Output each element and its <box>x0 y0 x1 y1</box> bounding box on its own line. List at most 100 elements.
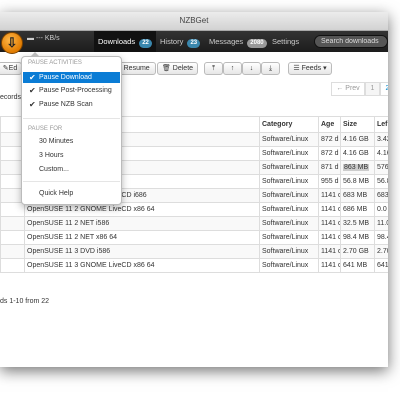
history-count-badge: 23 <box>187 39 201 48</box>
prev-page-button[interactable]: ← Prev <box>331 82 365 96</box>
checkmark-icon: ✔ <box>29 73 36 82</box>
tab-downloads-label: Downloads <box>98 37 136 46</box>
age-header[interactable]: Age <box>318 116 341 133</box>
checkmark-icon: ✔ <box>29 86 36 95</box>
downloads-count-badge: 22 <box>139 39 152 48</box>
table-row[interactable]: OpenSUSE 11 2 NET x86 64 Software/Linux 11… <box>0 230 388 245</box>
window-title: NZBGet <box>179 16 209 25</box>
trash-icon: 🗑 <box>161 65 171 72</box>
download-icon[interactable]: ⇩ <box>1 32 23 54</box>
category-cell: Software/Linux <box>259 132 319 147</box>
page-1[interactable]: 1 <box>365 82 380 96</box>
category-cell: Software/Linux <box>259 160 319 175</box>
name-cell[interactable]: OpenSUSE 11 3 DVD i586 <box>24 244 260 259</box>
age-cell: 871 d <box>318 160 341 175</box>
age-cell: 872 d <box>318 146 341 161</box>
age-cell: 872 d <box>318 132 341 147</box>
move-up-button[interactable]: ↑ <box>223 62 242 75</box>
size-header[interactable]: Size <box>340 116 375 133</box>
tab-messages[interactable]: Messages 2080 <box>205 31 271 52</box>
pause-custom-item[interactable]: Custom... <box>23 164 120 175</box>
pause-for-heading: PAUSE FOR <box>28 126 63 132</box>
row-select-cell[interactable] <box>0 258 25 273</box>
pause-3-hours-item[interactable]: 3 Hours <box>23 150 120 161</box>
tab-history[interactable]: History 23 <box>156 31 204 52</box>
size-cell: 98.4 MB <box>340 230 375 245</box>
pause-menu: PAUSE ACTIVITIES ✔ Pause Download ✔ Paus… <box>21 52 122 205</box>
left-cell: 98.4 MB <box>374 230 388 245</box>
feeds-button[interactable]: ☰ Feeds ▾ <box>288 62 332 75</box>
download-name: OpenSUSE 11 3 GNOME LiveCD x86 64 <box>27 262 155 269</box>
category-cell: Software/Linux <box>259 174 319 189</box>
left-cell: 0.0 MB <box>374 202 388 217</box>
tab-downloads[interactable]: Downloads 22 <box>94 31 156 52</box>
pause-post-processing-item[interactable]: ✔ Pause Post-Processing <box>23 85 120 96</box>
size-cell: 56.8 MB <box>340 174 375 189</box>
move-bottom-button[interactable]: ⤓ <box>261 62 280 75</box>
left-cell: 4.16 GB <box>374 146 388 161</box>
left-cell: 683 MB <box>374 188 388 203</box>
category-cell: Software/Linux <box>259 244 319 259</box>
move-bottom-icon: ⤓ <box>268 65 273 72</box>
row-select-cell[interactable] <box>0 244 25 259</box>
row-select-cell[interactable] <box>0 202 25 217</box>
left-header[interactable]: Lef <box>374 116 388 133</box>
title-bar: NZBGet <box>0 12 388 31</box>
row-select-cell[interactable] <box>0 216 25 231</box>
tab-settings-label: Settings <box>272 37 300 46</box>
tab-settings[interactable]: Settings <box>268 31 303 52</box>
size-cell: 686 MB <box>340 202 375 217</box>
left-cell: 2.70 GB <box>374 244 388 259</box>
pause-download-item[interactable]: ✔ Pause Download <box>23 72 120 83</box>
left-cell: 3.42 GB <box>374 132 388 147</box>
page-2[interactable]: 2 <box>380 82 388 96</box>
size-value: 56.8 MB <box>343 178 370 185</box>
delete-button[interactable]: 🗑 Delete <box>157 62 198 75</box>
category-cell: Software/Linux <box>259 202 319 217</box>
name-cell[interactable]: OpenSUSE 11 3 GNOME LiveCD x86 64 <box>24 258 260 273</box>
age-cell: 955 d <box>318 174 341 189</box>
search-input[interactable] <box>314 35 388 48</box>
age-cell: 1141 d <box>318 244 341 259</box>
tab-messages-label: Messages <box>209 37 244 46</box>
messages-count-badge: 2080 <box>247 39 267 48</box>
size-value: 863 MB <box>343 164 370 171</box>
pause-activities-heading: PAUSE ACTIVITIES <box>28 60 82 66</box>
pause-30-minutes-item[interactable]: 30 Minutes <box>23 136 120 147</box>
table-row[interactable]: OpenSUSE 11 2 NET i586 Software/Linux 1141… <box>0 216 388 231</box>
row-select-cell[interactable] <box>0 230 25 245</box>
name-cell[interactable]: OpenSUSE 11 2 NET i586 <box>24 216 260 231</box>
edit-button[interactable]: ✎Ed <box>0 62 22 75</box>
name-cell[interactable]: OpenSUSE 11 2 NET x86 64 <box>24 230 260 245</box>
tab-history-label: History <box>160 37 184 46</box>
category-cell: Software/Linux <box>259 258 319 273</box>
size-cell: 32.5 MB <box>340 216 375 231</box>
speed-icon: ▬ <box>27 35 34 42</box>
speed-indicator[interactable]: ▬ --- KB/s <box>27 35 60 42</box>
records-info: ds 1-10 from 22 <box>0 298 50 305</box>
age-cell: 1141 d <box>318 230 341 245</box>
move-top-icon: ⤒ <box>211 65 216 72</box>
size-cell: 4.16 GB <box>340 146 375 161</box>
size-cell: 863 MB <box>340 160 375 175</box>
category-cell: Software/Linux <box>259 188 319 203</box>
size-cell: 4.16 GB <box>340 132 375 147</box>
chevron-down-icon: ▾ <box>323 65 327 72</box>
move-down-button[interactable]: ↓ <box>242 62 261 75</box>
move-top-button[interactable]: ⤒ <box>204 62 223 75</box>
size-value: 686 MB <box>343 206 368 213</box>
download-name: OpenSUSE 11 2 GNOME LiveCD x86 64 <box>27 206 155 213</box>
size-value: 4.16 GB <box>343 150 369 157</box>
table-row[interactable]: OpenSUSE 11 3 DVD i586 Software/Linux 1141… <box>0 244 388 259</box>
quick-help-item[interactable]: Quick Help <box>23 188 120 199</box>
size-value: 4.16 GB <box>343 136 369 143</box>
left-cell: 56.8 MB <box>374 174 388 189</box>
records-selector[interactable]: ecords <box>0 94 21 101</box>
download-name: OpenSUSE 11 2 NET i586 <box>27 220 110 227</box>
category-header[interactable]: Category <box>259 116 319 133</box>
size-value: 98.4 MB <box>343 234 370 241</box>
menu-divider <box>23 118 120 119</box>
table-row[interactable]: OpenSUSE 11 3 GNOME LiveCD x86 64 Softwar… <box>0 258 388 273</box>
checkmark-icon: ✔ <box>29 100 36 109</box>
pause-nzb-scan-item[interactable]: ✔ Pause NZB Scan <box>23 99 120 110</box>
